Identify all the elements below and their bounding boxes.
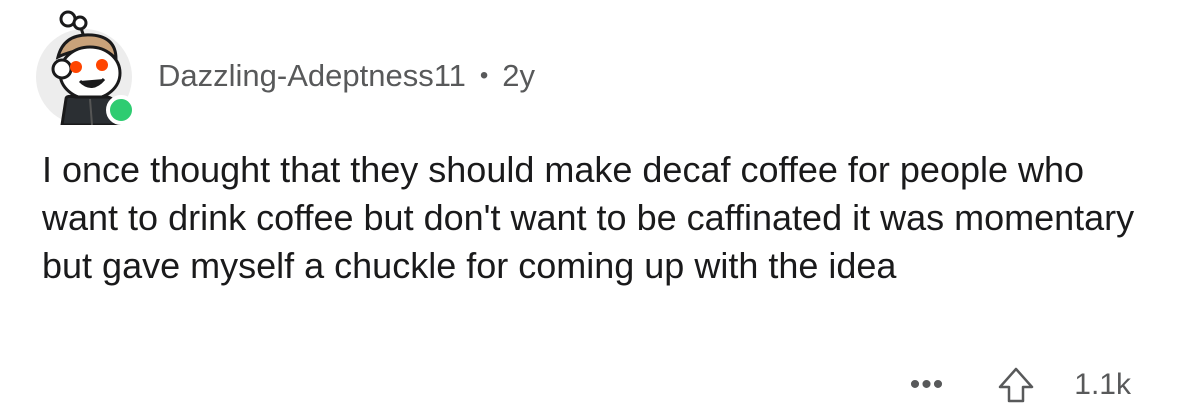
vote-score: 1.1k [1074, 368, 1131, 401]
comment-actions: ••• 1.1k [910, 360, 1131, 410]
online-status-icon [106, 95, 136, 125]
avatar[interactable] [36, 7, 136, 125]
comment-body: I once thought that they should make dec… [42, 149, 1135, 286]
upvote-arrow-icon[interactable] [996, 365, 1036, 405]
comment-age: 2y [502, 58, 536, 93]
comment-header: Dazzling-Adeptness11 • 2y [36, 6, 535, 126]
author-username[interactable]: Dazzling-Adeptness11 [158, 58, 466, 94]
comment: Dazzling-Adeptness11 • 2y I once thought… [0, 0, 1179, 417]
comment-meta: Dazzling-Adeptness11 • 2y [158, 58, 535, 94]
more-options-icon[interactable]: ••• [910, 370, 945, 400]
meta-separator: • [479, 62, 489, 89]
